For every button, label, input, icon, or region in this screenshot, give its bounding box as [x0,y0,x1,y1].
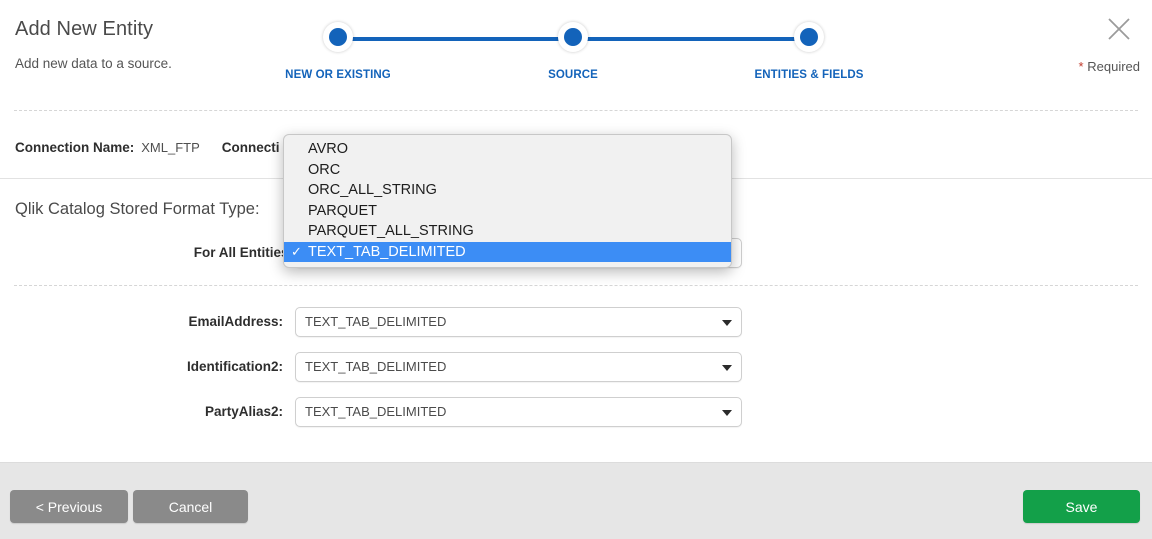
cancel-button[interactable]: Cancel [133,490,248,523]
add-new-entity-dialog: Add New Entity Add new data to a source.… [0,0,1152,539]
entity-row-emailaddress-label-wrap: EmailAddress: [15,307,283,337]
connection-name-label: Connection Name: [15,140,135,155]
connection-name-value: XML_FTP [141,140,200,155]
chevron-down-icon [722,320,732,326]
connection-type-label: Connecti [221,140,280,155]
stepper-step-label: ENTITIES & FIELDS [754,69,864,81]
stored-format-type-heading: Qlik Catalog Stored Format Type: [15,200,260,218]
stepper-step-new-or-existing[interactable]: NEW OR EXISTING [273,22,403,81]
step-dot-icon [794,22,824,52]
stored-format-type-dropdown-list[interactable]: AVRO ORC ORC_ALL_STRING PARQUET PARQUET_… [283,134,732,268]
entity-row-partyalias2-label-wrap: PartyAlias2: [15,397,283,427]
for-all-entities-row: For All Entities: [15,238,293,268]
required-label: Required [1087,59,1140,74]
dropdown-option-label: PARQUET [308,202,378,219]
stepper-step-source[interactable]: SOURCE [508,22,638,81]
dialog-header: Add New Entity Add new data to a source.… [0,0,1152,110]
dropdown-option-label: AVRO [308,141,349,157]
dialog-footer: < Previous Cancel Save [0,462,1152,539]
stepper-step-label: NEW OR EXISTING [285,69,391,81]
divider-top [14,110,1138,111]
close-icon[interactable] [1104,14,1134,44]
dropdown-option-label: ORC_ALL_STRING [308,182,437,198]
entity-select-value: TEXT_TAB_DELIMITED [305,404,447,419]
save-button[interactable]: Save [1023,490,1140,523]
entity-field-label: Identification2: [186,359,283,374]
page-title: Add New Entity [15,18,154,40]
entity-select-partyalias2[interactable]: TEXT_TAB_DELIMITED [295,397,742,427]
check-icon: ✓ [291,243,302,259]
divider-entities [14,285,1138,286]
page-subtitle: Add new data to a source. [15,56,172,71]
chevron-down-icon [722,365,732,371]
dropdown-option-orc-all-string[interactable]: ORC_ALL_STRING [284,180,731,201]
entity-select-identification2[interactable]: TEXT_TAB_DELIMITED [295,352,742,382]
previous-button[interactable]: < Previous [10,490,128,523]
dropdown-option-text-tab-delimited[interactable]: ✓ TEXT_TAB_DELIMITED [284,241,731,262]
dropdown-option-avro[interactable]: AVRO [284,139,731,160]
stepper-step-label: SOURCE [548,69,598,81]
required-asterisk-icon: * [1078,59,1084,74]
for-all-entities-label: For All Entities: [193,245,293,260]
dropdown-option-parquet-all-string[interactable]: PARQUET_ALL_STRING [284,221,731,242]
dropdown-option-label: PARQUET_ALL_STRING [308,223,474,239]
entity-field-label: EmailAddress: [188,314,283,329]
dropdown-option-label: TEXT_TAB_DELIMITED [308,243,466,260]
entity-row-identification2-label-wrap: Identification2: [15,352,283,382]
connection-info-row: Connection Name: XML_FTP Connecti [15,140,280,155]
entity-field-label: PartyAlias2: [204,404,283,419]
chevron-down-icon [722,410,732,416]
entity-select-value: TEXT_TAB_DELIMITED [305,314,447,329]
wizard-stepper: NEW OR EXISTING SOURCE ENTITIES & FIELDS [284,22,884,92]
entity-select-emailaddress[interactable]: TEXT_TAB_DELIMITED [295,307,742,337]
entity-select-value: TEXT_TAB_DELIMITED [305,359,447,374]
step-dot-icon [558,22,588,52]
stepper-step-entities-and-fields[interactable]: ENTITIES & FIELDS [744,22,874,81]
dropdown-option-orc[interactable]: ORC [284,160,731,181]
dropdown-option-label: ORC [308,161,341,178]
step-dot-icon [323,22,353,52]
dropdown-option-parquet[interactable]: PARQUET [284,201,731,222]
required-legend: * Required [1079,59,1140,74]
